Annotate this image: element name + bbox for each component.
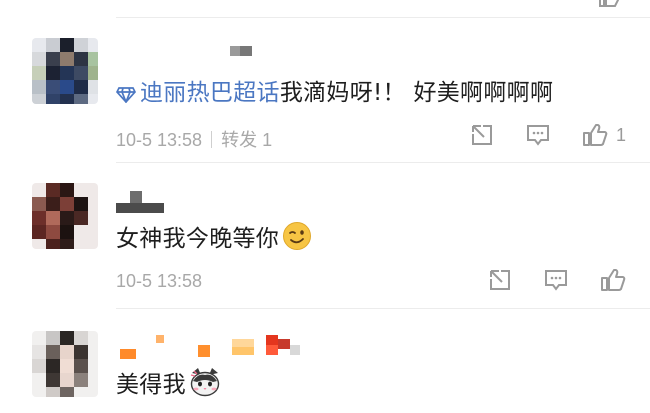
- comment-actions: 1: [470, 122, 630, 148]
- like-button[interactable]: 1: [582, 122, 626, 148]
- comment-item: 女神我今晚等你 10-5 13:58: [0, 163, 650, 308]
- repost-link[interactable]: 转发 1: [221, 130, 272, 150]
- share-icon: [472, 125, 492, 145]
- topic-link[interactable]: 迪丽热巴超话: [116, 80, 280, 106]
- winking-face-emoji: [283, 222, 312, 250]
- avatar[interactable]: [32, 331, 98, 397]
- timestamp: 10-5 13:58: [116, 130, 203, 150]
- comment-text: 迪丽热巴超话我滴妈呀!！ 好美啊啊啊啊: [116, 78, 553, 108]
- comment-body: 美得我: [116, 372, 186, 398]
- comment-text: 美得我: [116, 367, 221, 400]
- comment-icon: [545, 270, 567, 291]
- comment-item: 美得我: [0, 309, 650, 413]
- comment-item: 迪丽热巴超话我滴妈呀!！ 好美啊啊啊啊 10-5 13:58 转发 1 1: [0, 18, 650, 162]
- comment-text: 女神我今晚等你: [116, 221, 312, 254]
- share-button[interactable]: [488, 267, 512, 293]
- comment-meta: 10-5 13:58: [116, 271, 202, 292]
- comment-body: 我滴妈呀!！ 好美啊啊啊啊: [279, 80, 554, 106]
- like-icon: [601, 269, 626, 291]
- topic-icon: [116, 87, 136, 103]
- comment-icon: [527, 125, 549, 146]
- previous-comment-remnant: [0, 0, 650, 18]
- avatar[interactable]: [32, 183, 98, 249]
- like-icon: [583, 124, 608, 146]
- cat-face-emoji: [190, 368, 220, 397]
- share-icon: [490, 270, 510, 290]
- comment-button[interactable]: [544, 267, 568, 293]
- comment-button[interactable]: [526, 122, 550, 148]
- like-button[interactable]: [600, 267, 634, 293]
- avatar[interactable]: [32, 38, 98, 104]
- meta-separator: [211, 131, 213, 148]
- topic-label[interactable]: 迪丽热巴超话: [140, 80, 280, 106]
- comment-meta: 10-5 13:58 转发 1: [116, 126, 272, 152]
- username-redacted[interactable]: [230, 46, 256, 72]
- timestamp: 10-5 13:58: [116, 271, 203, 291]
- username-redacted[interactable]: [120, 335, 310, 361]
- share-button[interactable]: [470, 122, 494, 148]
- username-redacted[interactable]: [116, 191, 176, 217]
- comment-body: 女神我今晚等你: [116, 226, 280, 252]
- like-count: 1: [616, 124, 627, 145]
- comment-actions: [488, 267, 628, 293]
- like-icon[interactable]: [598, 0, 620, 8]
